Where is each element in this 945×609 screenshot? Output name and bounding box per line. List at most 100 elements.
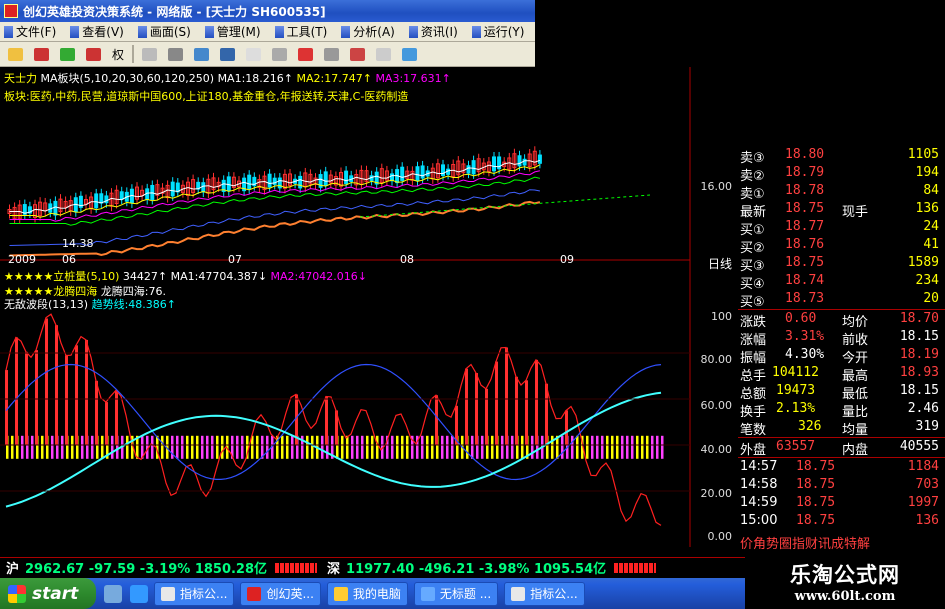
menu-info[interactable]: 资讯(I) xyxy=(408,23,458,40)
menu-file[interactable]: 文件(F) xyxy=(4,23,56,40)
trend-line xyxy=(359,194,651,218)
plus-icon xyxy=(59,47,75,61)
indicator1-name: ★★★★★立桩量(5,10) xyxy=(4,270,120,283)
open-button[interactable] xyxy=(4,44,26,64)
band-bar xyxy=(241,435,244,459)
band-bar xyxy=(111,435,114,459)
up-button[interactable] xyxy=(294,44,316,64)
menu-run[interactable]: 运行(Y) xyxy=(471,23,524,40)
menu-info-icon xyxy=(408,26,418,38)
kline-button[interactable] xyxy=(30,44,52,64)
monitor-icon xyxy=(141,47,157,61)
add-button[interactable] xyxy=(56,44,78,64)
candle-body xyxy=(400,166,405,181)
bid-row: 买⑤ 18.73 20 xyxy=(740,291,939,310)
chart-button[interactable] xyxy=(190,44,212,64)
candle-body xyxy=(492,156,496,172)
task-button[interactable]: 我的电脑 xyxy=(326,581,408,606)
sz-index-value: 11977.40 -496.21 -3.98% 1095.54亿 xyxy=(346,562,607,577)
save-button[interactable] xyxy=(216,44,238,64)
chart-icon xyxy=(193,47,209,61)
menu-manage[interactable]: 管理(M) xyxy=(204,23,261,40)
ind-tick-20: 20.00 xyxy=(700,487,733,500)
binoculars-button[interactable] xyxy=(164,44,186,64)
signal-bar xyxy=(5,370,8,445)
candle-body xyxy=(53,200,58,216)
band-bar xyxy=(371,435,374,459)
band-bar xyxy=(421,435,424,459)
band-bar xyxy=(586,435,589,459)
ie-icon[interactable] xyxy=(130,584,148,603)
band-bar xyxy=(601,435,604,459)
quote-tabs[interactable]: 价角势圈指财讯成特解 xyxy=(738,533,945,552)
bid-row: 买① 18.77 24 xyxy=(740,219,939,238)
sz-index-name[interactable]: 深 xyxy=(327,558,340,577)
low-price-label: 14.38 xyxy=(62,237,94,250)
candle-body xyxy=(415,166,420,181)
start-button[interactable]: start xyxy=(0,578,96,609)
band-bar xyxy=(596,435,599,459)
band-bar xyxy=(351,435,354,459)
candle-body xyxy=(471,160,476,175)
sh-index-name[interactable]: 沪 xyxy=(6,558,19,577)
band-bar xyxy=(201,435,204,459)
band-bar xyxy=(661,435,664,459)
task-button[interactable]: 创幻英... xyxy=(240,581,321,606)
menu-bar: 文件(F) 查看(V) 画面(S) 管理(M) 工具(T) 分析(A) 资讯(I… xyxy=(0,22,535,42)
menu-screen[interactable]: 画面(S) xyxy=(137,23,191,40)
minus-button[interactable] xyxy=(82,44,104,64)
signal-bar xyxy=(45,318,48,445)
band-bar xyxy=(151,435,154,459)
draw-button[interactable] xyxy=(320,44,342,64)
menu-tools[interactable]: 工具(T) xyxy=(274,23,327,40)
tick-row: 15:00 18.75 136 xyxy=(740,513,939,528)
grid-icon xyxy=(375,47,391,61)
menu-view[interactable]: 查看(V) xyxy=(70,23,124,40)
stat-row: 振幅 4.30% 今开 18.19 xyxy=(740,347,939,366)
ma-name: MA板块(5,10,20,30,60,120,250) xyxy=(40,72,215,85)
band-bar xyxy=(206,435,209,459)
alarm-button[interactable] xyxy=(346,44,368,64)
screen-button[interactable] xyxy=(138,44,160,64)
task-button[interactable]: 无标题 ... xyxy=(413,581,499,606)
signal-bar xyxy=(565,410,568,445)
band-bar xyxy=(286,435,289,459)
period-label[interactable]: 日线 xyxy=(708,255,732,272)
band-bar xyxy=(176,435,179,459)
computer-icon xyxy=(333,586,348,601)
app-icon xyxy=(247,586,262,601)
paint-icon xyxy=(420,586,435,601)
rights-toggle[interactable]: 权 xyxy=(112,46,124,63)
signal-bar xyxy=(35,350,38,445)
task-button[interactable]: 指标公... xyxy=(504,581,585,606)
menu-file-icon xyxy=(4,26,13,38)
menu-analysis-icon xyxy=(341,26,351,38)
menu-analysis[interactable]: 分析(A) xyxy=(341,23,395,40)
quote-panel: 卖③ 18.80 1105 卖② 18.79 194 卖① 18.78 84 最新 18.75… xyxy=(738,143,945,552)
band-bar xyxy=(21,435,24,459)
band-bar xyxy=(571,435,574,459)
band-bar xyxy=(61,435,64,459)
candle-body xyxy=(344,170,349,185)
outer-inner-row: 外盘 63557 内盘 40555 xyxy=(740,439,939,458)
quote-separator xyxy=(738,457,945,458)
band-bar xyxy=(651,435,654,459)
news-icon xyxy=(271,47,287,61)
band-bar xyxy=(11,435,14,459)
month-label-07: 07 xyxy=(228,253,242,266)
task-button[interactable]: 指标公... xyxy=(154,581,235,606)
candle-body xyxy=(247,174,252,190)
right-axis: 16.00 日线 100 80.00 60.00 40.00 20.00 0.0… xyxy=(690,67,738,547)
band-bar xyxy=(621,435,624,459)
band-bar xyxy=(81,435,84,459)
grid-button[interactable] xyxy=(372,44,394,64)
pencil-icon xyxy=(323,47,339,61)
stock-name: 天士力 xyxy=(4,72,37,85)
indicator-layer xyxy=(0,313,690,526)
news-button[interactable] xyxy=(268,44,290,64)
layout-button[interactable] xyxy=(398,44,420,64)
indicator1-value: 34427↑ xyxy=(122,270,168,283)
quicklaunch-icon[interactable] xyxy=(104,584,122,603)
ma3-value: MA3:17.631↑ xyxy=(375,72,451,85)
book-button[interactable] xyxy=(242,44,264,64)
